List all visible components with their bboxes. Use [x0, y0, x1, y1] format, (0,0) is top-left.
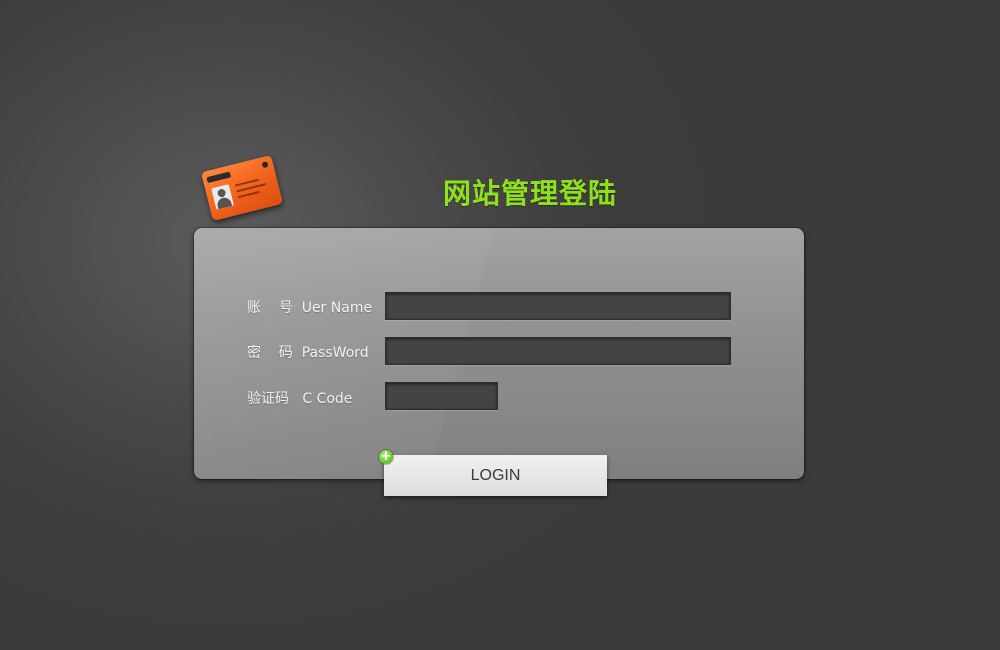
captcha-label: 验证码 C Code [247, 391, 353, 407]
username-input[interactable] [385, 292, 731, 320]
page-title: 网站管理登陆 [443, 177, 618, 210]
password-input[interactable] [385, 337, 731, 365]
username-label: 账 号 Uer Name [247, 300, 373, 316]
plus-circle-icon: + [379, 449, 393, 464]
captcha-input[interactable] [385, 382, 498, 410]
password-label: 密 码 PassWord [247, 345, 369, 361]
id-card-icon [201, 155, 283, 221]
login-button[interactable]: LOGIN [384, 455, 607, 496]
